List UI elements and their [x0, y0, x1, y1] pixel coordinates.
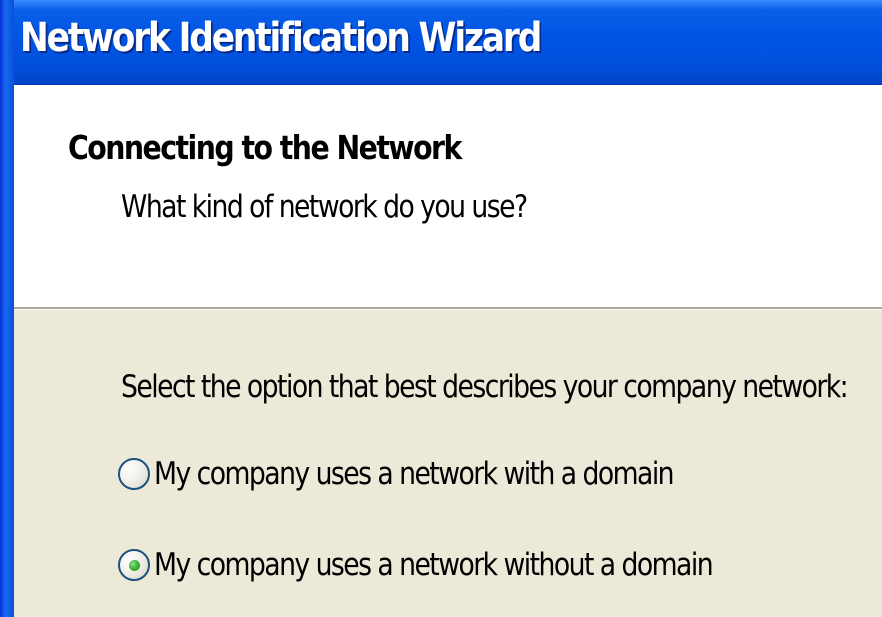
radio-button-selected[interactable]	[118, 549, 150, 581]
title-bar[interactable]: Network Identification Wizard	[0, 0, 882, 85]
radio-label-with-domain[interactable]: My company uses a network with a domain	[154, 452, 675, 496]
window-left-border	[0, 0, 14, 617]
wizard-body: Select the option that best describes yo…	[14, 310, 882, 617]
wizard-window: Network Identification Wizard Connecting…	[0, 0, 882, 617]
option-prompt: Select the option that best describes yo…	[121, 369, 849, 405]
window-title: Network Identification Wizard	[20, 15, 542, 61]
page-subtitle: What kind of network do you use?	[121, 189, 528, 225]
radio-label-without-domain[interactable]: My company uses a network without a doma…	[154, 543, 714, 587]
page-title: Connecting to the Network	[68, 128, 462, 167]
radio-selected-dot	[129, 560, 140, 571]
wizard-header: Connecting to the Network What kind of n…	[14, 85, 882, 307]
radio-button-unselected[interactable]	[118, 458, 150, 490]
radio-option-without-domain[interactable]: My company uses a network without a doma…	[118, 543, 803, 587]
radio-option-with-domain[interactable]: My company uses a network with a domain	[118, 452, 758, 496]
